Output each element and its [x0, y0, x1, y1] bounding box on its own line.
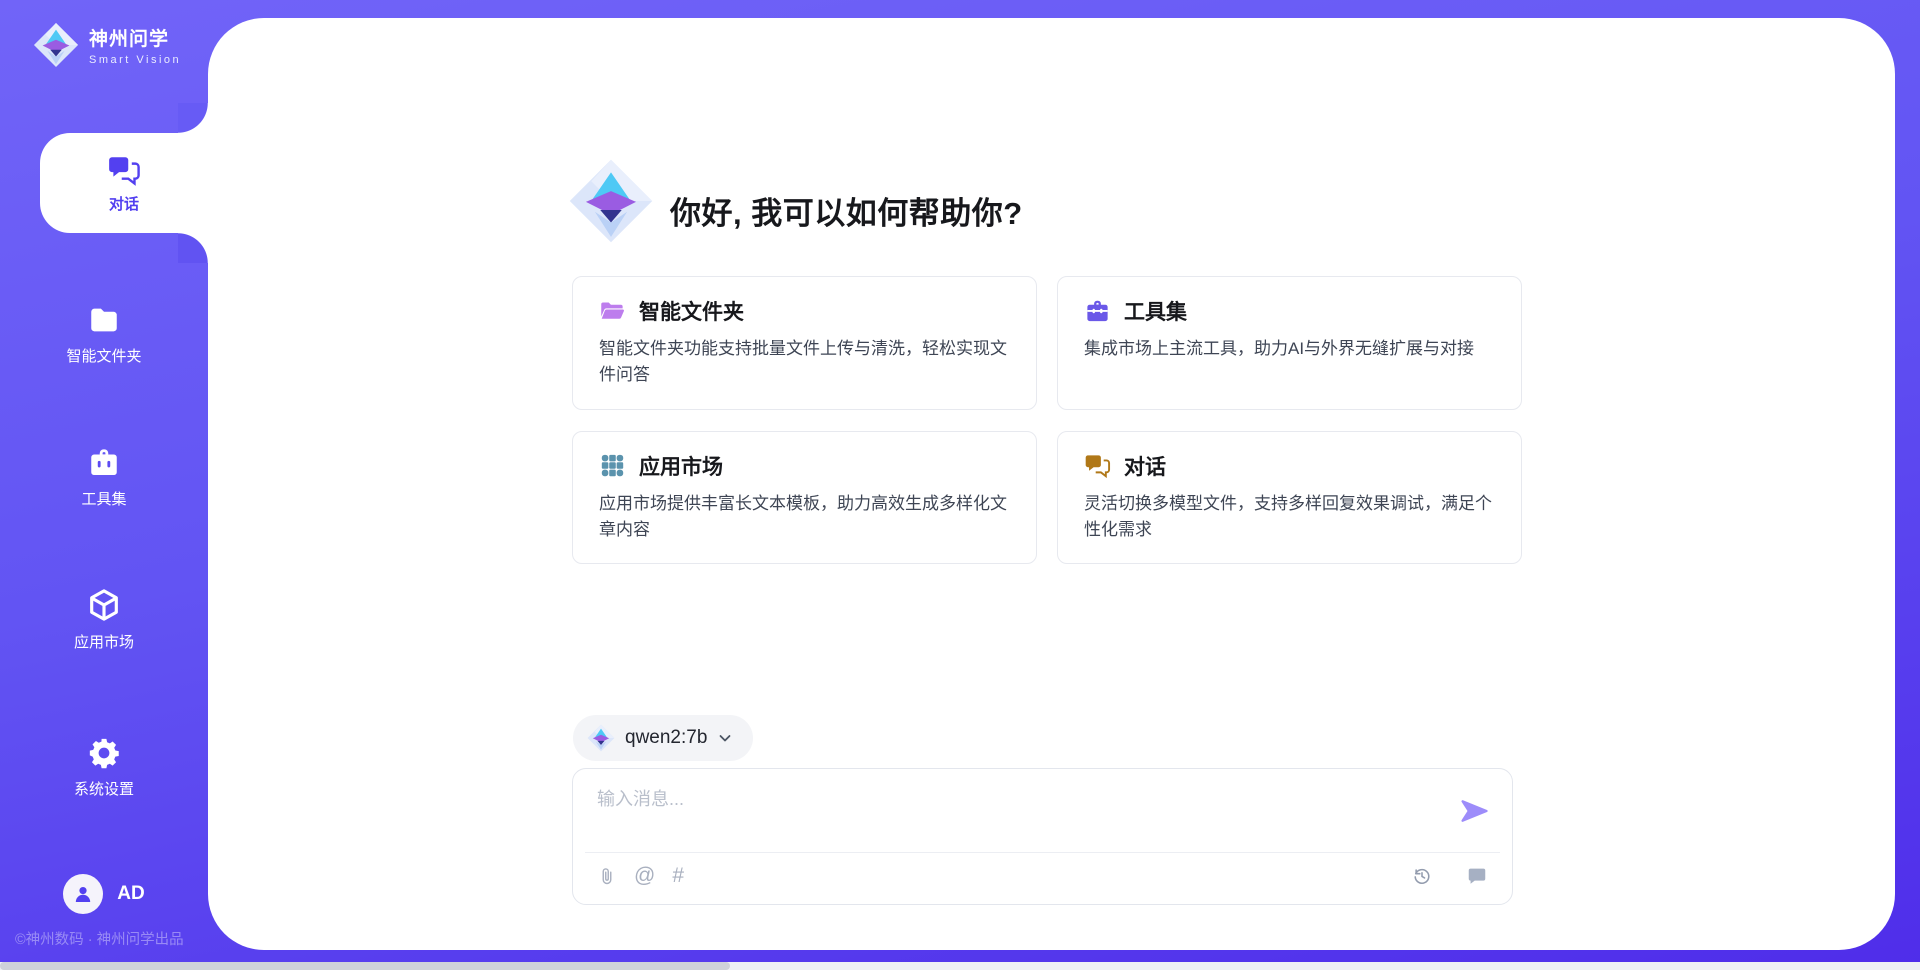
message-input[interactable]	[597, 785, 1427, 843]
chat-bubble-icon	[1466, 865, 1488, 887]
composer-divider	[585, 852, 1500, 853]
avatar	[63, 874, 103, 914]
card-title: 应用市场	[639, 451, 723, 481]
model-selector[interactable]: qwen2:7b	[573, 715, 753, 761]
sidebar-item-app-market[interactable]: 应用市场	[0, 583, 208, 655]
greeting-title: 你好, 我可以如何帮助你?	[670, 188, 1023, 233]
briefcase-icon	[1084, 298, 1111, 325]
sidebar-item-settings[interactable]: 系统设置	[0, 731, 208, 803]
card-toolkit[interactable]: 工具集 集成市场上主流工具，助力AI与外界无缝扩展与对接	[1057, 276, 1522, 410]
person-icon	[71, 882, 95, 906]
conversation-button[interactable]	[1466, 865, 1488, 887]
mention-button[interactable]: @	[634, 864, 655, 888]
card-chat[interactable]: 对话 灵活切换多模型文件，支持多样回复效果调试，满足个性化需求	[1057, 431, 1522, 565]
attach-icon	[597, 865, 617, 887]
card-app-market[interactable]: 应用市场 应用市场提供丰富长文本模板，助力高效生成多样化文章内容	[572, 431, 1037, 565]
gear-icon	[87, 736, 121, 770]
send-button[interactable]	[1458, 795, 1490, 827]
brand-subtitle: Smart Vision	[89, 54, 181, 66]
sidebar-item-label: 对话	[109, 193, 139, 214]
hash-icon: #	[672, 864, 684, 888]
cube-icon	[86, 587, 122, 623]
greeting-diamond-logo-icon	[568, 158, 654, 244]
sidebar-item-smart-folder[interactable]: 智能文件夹	[0, 298, 208, 370]
card-description: 智能文件夹功能支持批量文件上传与清洗，轻松实现文件问答	[599, 336, 1010, 389]
send-icon	[1458, 795, 1490, 827]
main-panel: 你好, 我可以如何帮助你? 智能文件夹 智能文件夹功能支持批量文件上传与清洗，轻…	[208, 18, 1895, 950]
attach-button[interactable]	[597, 865, 617, 887]
user-initials: AD	[117, 883, 144, 905]
scrollbar-thumb[interactable]	[0, 962, 730, 970]
card-title: 工具集	[1124, 296, 1187, 326]
chevron-down-icon	[717, 730, 733, 746]
folder-open-icon	[599, 298, 626, 325]
sidebar-item-toolkit[interactable]: 工具集	[0, 441, 208, 513]
folder-icon	[87, 303, 121, 337]
sidebar: 神州问学 Smart Vision 对话 智能文件夹 工具集	[0, 0, 208, 970]
user-account[interactable]: AD	[0, 874, 208, 914]
horizontal-scrollbar[interactable]	[0, 962, 1920, 970]
card-title: 对话	[1124, 451, 1166, 481]
card-description: 集成市场上主流工具，助力AI与外界无缝扩展与对接	[1084, 336, 1495, 362]
sidebar-item-label: 智能文件夹	[66, 345, 141, 366]
sidebar-item-chat[interactable]: 对话	[40, 133, 208, 233]
card-title: 智能文件夹	[639, 296, 744, 326]
sidebar-item-label: 工具集	[81, 488, 126, 509]
sidebar-item-label: 系统设置	[74, 778, 134, 799]
briefcase-icon	[87, 446, 121, 480]
history-button[interactable]	[1411, 865, 1433, 887]
history-icon	[1411, 865, 1433, 887]
at-icon: @	[634, 864, 655, 888]
card-smart-folder[interactable]: 智能文件夹 智能文件夹功能支持批量文件上传与清洗，轻松实现文件问答	[572, 276, 1037, 410]
diamond-logo-icon	[33, 22, 79, 68]
feature-cards: 智能文件夹 智能文件夹功能支持批量文件上传与清洗，轻松实现文件问答 工具集 集成…	[572, 276, 1522, 564]
card-description: 应用市场提供丰富长文本模板，助力高效生成多样化文章内容	[599, 491, 1010, 544]
brand-logo: 神州问学 Smart Vision	[33, 22, 181, 68]
topic-button[interactable]: #	[672, 864, 684, 888]
model-name: qwen2:7b	[625, 727, 707, 749]
sidebar-item-label: 应用市场	[74, 631, 134, 652]
copyright-text: ©神州数码 · 神州问学出品	[15, 928, 184, 949]
diamond-logo-icon	[587, 724, 615, 752]
chat-icon	[1084, 452, 1111, 479]
brand-name: 神州问学	[89, 24, 181, 51]
card-description: 灵活切换多模型文件，支持多样回复效果调试，满足个性化需求	[1084, 491, 1495, 544]
message-composer: @ #	[572, 768, 1513, 905]
grid-icon	[599, 452, 626, 479]
composer-toolbar: @ #	[597, 864, 1488, 888]
chat-icon	[107, 153, 141, 187]
